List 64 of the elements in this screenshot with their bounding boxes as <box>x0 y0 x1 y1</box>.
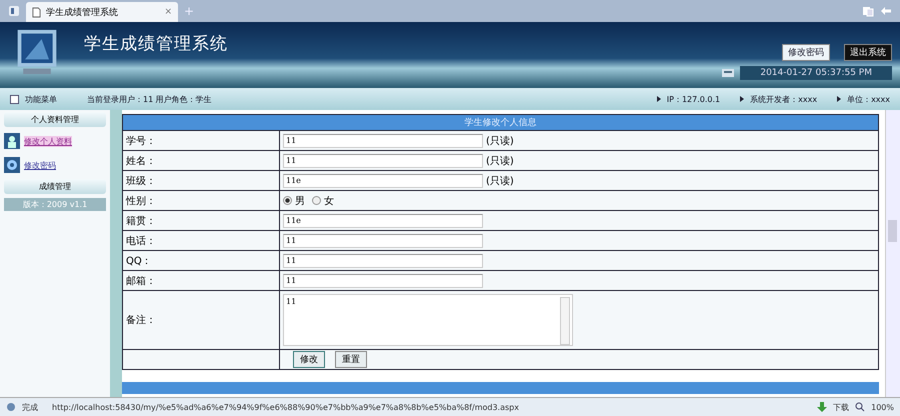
input-field[interactable]: 11e <box>283 174 483 188</box>
readonly-note: (只读) <box>486 134 514 148</box>
input-field[interactable]: 11 <box>283 154 483 168</box>
field-label: 籍贯： <box>122 210 280 230</box>
radio-button[interactable] <box>312 196 321 205</box>
status-text: 完成 <box>22 402 38 412</box>
input-field[interactable]: 11 <box>283 274 483 288</box>
app-title: 学生成绩管理系统 <box>84 33 228 55</box>
field-label: 邮箱： <box>122 270 280 290</box>
keyboard-icon <box>722 69 734 77</box>
sidebar-link[interactable]: 修改个人资料 <box>24 136 72 146</box>
gear-icon <box>4 157 20 173</box>
windows-icon[interactable] <box>862 5 874 17</box>
field-label: 班级： <box>122 170 280 190</box>
person-icon <box>4 133 20 149</box>
tab-close-button[interactable]: × <box>164 7 172 17</box>
zoom-level[interactable]: 100% <box>871 402 894 412</box>
bullet-icon <box>740 96 744 102</box>
scrollbar[interactable] <box>560 297 570 345</box>
remarks-textarea[interactable]: 11 <box>283 294 573 346</box>
form-title: 学生修改个人信息 <box>122 114 878 130</box>
field-label: 性别： <box>122 190 280 210</box>
radio-label: 男 <box>295 194 305 208</box>
info-text: 系统开发者：xxxx <box>750 94 818 104</box>
current-user-text: 当前登录用户：11 用户角色：学生 <box>87 94 212 104</box>
sidebar-link[interactable]: 修改密码 <box>24 160 56 170</box>
download-text[interactable]: 下载 <box>833 402 850 412</box>
field-label: 电话： <box>122 230 280 250</box>
field-label: 姓名： <box>122 150 280 170</box>
version-text: 版本：2009 v1.1 <box>4 198 106 211</box>
zoom-icon[interactable] <box>855 402 866 412</box>
field-label: QQ： <box>122 250 280 270</box>
browser-logo-icon <box>8 5 20 17</box>
textarea-value: 11 <box>286 297 296 306</box>
readonly-note: (只读) <box>486 174 514 188</box>
bullet-icon <box>837 96 842 102</box>
radio-label: 女 <box>324 194 334 208</box>
input-field[interactable]: 11 <box>283 234 483 248</box>
input-field[interactable]: 11e <box>283 214 483 228</box>
browser-tab[interactable]: 学生成绩管理系统 × <box>26 2 178 22</box>
radio-button[interactable] <box>283 196 292 205</box>
download-arrow-icon[interactable] <box>817 402 828 412</box>
section-header[interactable]: 成绩管理 <box>4 179 106 194</box>
tab-title: 学生成绩管理系统 <box>46 6 118 18</box>
change-password-button[interactable]: 修改密码 <box>782 44 830 61</box>
back-arrow-icon[interactable] <box>880 5 892 17</box>
menu-label: 功能菜单 <box>25 94 57 104</box>
submit-button[interactable]: 修改 <box>293 351 325 368</box>
input-field[interactable]: 11 <box>283 254 483 268</box>
logout-button[interactable]: 退出系统 <box>844 44 892 61</box>
input-field[interactable]: 11 <box>283 134 483 148</box>
bullet-icon <box>656 96 661 102</box>
datetime-display: 2014-01-27 05:37:55 PM <box>740 66 892 80</box>
readonly-note: (只读) <box>486 154 514 168</box>
info-text: IP：127.0.0.1 <box>666 94 720 104</box>
reset-button[interactable]: 重置 <box>335 351 367 368</box>
section-header[interactable]: 个人资料管理 <box>4 112 106 127</box>
scrollbar[interactable] <box>885 110 900 397</box>
field-label: 备注： <box>122 290 280 350</box>
menu-icon <box>10 94 19 104</box>
page-icon <box>32 6 41 18</box>
info-text: 单位：xxxx <box>847 94 890 104</box>
url-text: http://localhost:58430/my/%e5%ad%a6%e7%94%9f%e6%88%90%e7%bb%a9%e7%a8%8b%e5%ba%8f/mod3.aspx <box>52 402 519 412</box>
field-label: 学号： <box>122 130 280 150</box>
